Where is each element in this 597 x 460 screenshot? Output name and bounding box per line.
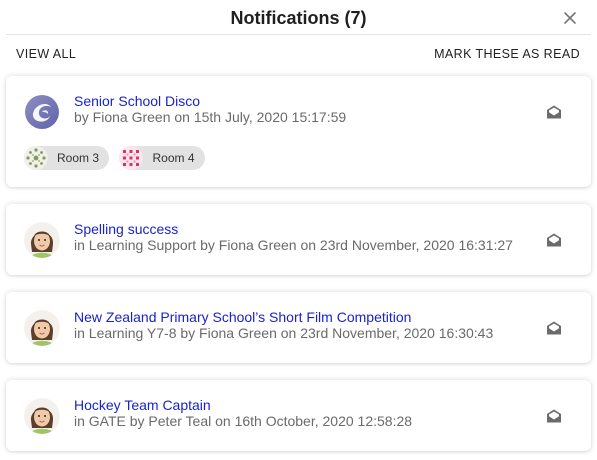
notification-meta: by Fiona Green on 15th July, 2020 15:17:… (74, 109, 347, 125)
notification-meta: in GATE by Peter Teal on 16th October, 2… (74, 413, 413, 429)
envelope-open-icon[interactable] (545, 320, 563, 336)
notification-meta: in Learning Support by Fiona Green on 23… (74, 237, 513, 253)
chip-room-3[interactable]: Room 3 (24, 146, 110, 170)
panel-header: Notifications (7) (0, 0, 597, 36)
notification-title[interactable]: New Zealand Primary School’s Short Film … (74, 309, 411, 325)
mark-as-read-button[interactable]: MARK THESE AS READ (434, 47, 580, 61)
chip-room-4[interactable]: Room 4 (119, 146, 205, 170)
room-4-pattern-icon (119, 146, 144, 170)
close-icon[interactable] (561, 9, 579, 27)
notification-title[interactable]: Hockey Team Captain (74, 397, 211, 413)
notification-meta: in Learning Y7-8 by Fiona Green on 23rd … (74, 325, 494, 341)
panel-title: Notifications (7) (230, 8, 367, 28)
school-logo-swirl-icon (24, 94, 60, 130)
notification-card[interactable]: New Zealand Primary School’s Short Film … (6, 292, 591, 363)
notification-card[interactable]: Senior School Disco by Fiona Green on 15… (6, 76, 591, 187)
header-divider (6, 34, 591, 35)
envelope-open-icon[interactable] (545, 408, 563, 424)
view-all-button[interactable]: VIEW ALL (16, 47, 76, 61)
notification-card[interactable]: Hockey Team Captain in GATE by Peter Tea… (6, 380, 591, 451)
notification-title[interactable]: Spelling success (74, 221, 178, 237)
class-tags: Room 3 Room 4 (24, 146, 211, 172)
user-photo-avatar (24, 398, 60, 434)
envelope-open-icon[interactable] (545, 104, 563, 120)
notification-card[interactable]: Spelling success in Learning Support by … (6, 204, 591, 275)
user-photo-avatar (24, 222, 60, 258)
actions-bar: VIEW ALL MARK THESE AS READ (0, 44, 597, 64)
user-photo-avatar (24, 310, 60, 346)
envelope-open-icon[interactable] (545, 232, 563, 248)
notification-title[interactable]: Senior School Disco (74, 93, 200, 109)
notifications-panel: Notifications (7) VIEW ALL MARK THESE AS… (0, 0, 597, 460)
room-3-pattern-icon (24, 146, 48, 170)
